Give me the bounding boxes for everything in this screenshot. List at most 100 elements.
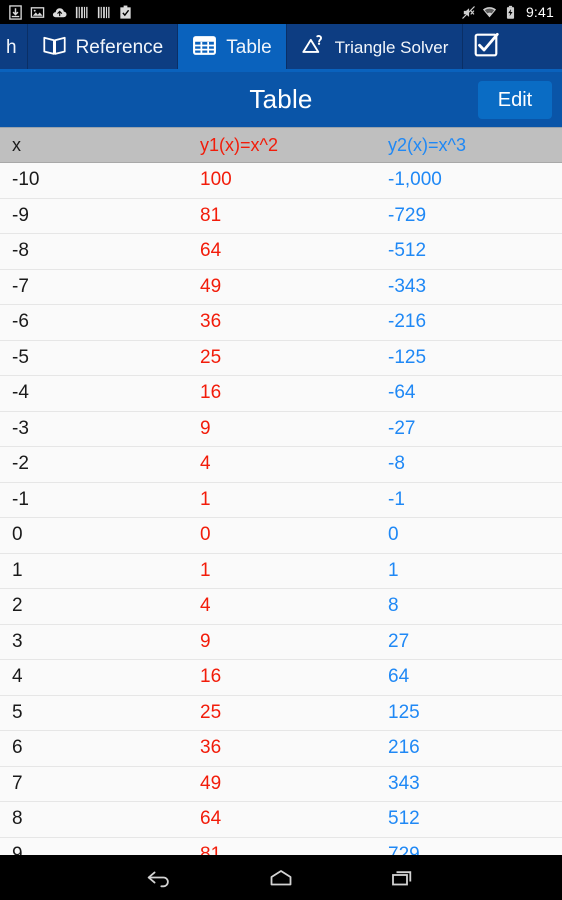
checkbox-checked-icon bbox=[473, 32, 500, 64]
cell-y1: 81 bbox=[200, 204, 222, 226]
cell-y1: 49 bbox=[200, 275, 222, 297]
cell-y2: -8 bbox=[388, 453, 405, 475]
table-row[interactable]: 5 25 125 bbox=[0, 695, 562, 731]
cell-x: 4 bbox=[12, 666, 23, 688]
cell-y1: 16 bbox=[200, 666, 222, 688]
table-container[interactable]: x y1(x)=x^2 y2(x)=x^3 -10 100 -1,000 -9 81 -7… bbox=[0, 128, 562, 855]
table-row[interactable]: 0 0 0 bbox=[0, 518, 562, 554]
table-row[interactable]: 9 81 729 bbox=[0, 837, 562, 855]
app-root: 9:41 h Reference Table Triangle Solver T… bbox=[0, 0, 562, 900]
table-row[interactable]: -4 16 -64 bbox=[0, 376, 562, 412]
cell-y1: 100 bbox=[200, 169, 232, 191]
cell-y1: 4 bbox=[200, 595, 211, 617]
cell-y1: 1 bbox=[200, 488, 211, 510]
status-bar-system-icons: 9:41 bbox=[461, 4, 554, 20]
cell-y2: -125 bbox=[388, 346, 427, 368]
table-row[interactable]: 1 1 1 bbox=[0, 553, 562, 589]
cell-y2: -216 bbox=[388, 311, 427, 333]
cell-x: -6 bbox=[12, 311, 29, 333]
cloud-upload-icon bbox=[52, 7, 67, 17]
cell-x: -1 bbox=[12, 488, 29, 510]
cell-x: 0 bbox=[12, 524, 23, 546]
column-header-x: x bbox=[12, 134, 21, 155]
cell-x: -5 bbox=[12, 346, 29, 368]
cell-x: -10 bbox=[12, 169, 40, 191]
cell-y1: 25 bbox=[200, 346, 222, 368]
cell-y1: 64 bbox=[200, 240, 222, 262]
table-row[interactable]: 4 16 64 bbox=[0, 660, 562, 696]
cell-y1: 36 bbox=[200, 737, 222, 759]
triangle-question-icon bbox=[301, 33, 326, 64]
cell-x: 1 bbox=[12, 559, 23, 581]
cell-x: 9 bbox=[12, 843, 23, 855]
android-navigation-bar bbox=[0, 855, 562, 900]
cell-y1: 9 bbox=[200, 417, 211, 439]
table-row[interactable]: -3 9 -27 bbox=[0, 411, 562, 447]
cell-y1: 64 bbox=[200, 808, 222, 830]
table-row[interactable]: -2 4 -8 bbox=[0, 447, 562, 483]
cell-x: -2 bbox=[12, 453, 29, 475]
table-row[interactable]: -1 1 -1 bbox=[0, 482, 562, 518]
table-body: -10 100 -1,000 -9 81 -729 -8 64 -512 -7 49 -343 -6 36… bbox=[0, 163, 562, 855]
table-row[interactable]: 6 36 216 bbox=[0, 731, 562, 767]
column-header-y1: y1(x)=x^2 bbox=[200, 134, 278, 155]
cell-y2: 0 bbox=[388, 524, 399, 546]
cell-y2: 729 bbox=[388, 843, 420, 855]
table-row[interactable]: -8 64 -512 bbox=[0, 234, 562, 270]
tab-bar: h Reference Table Triangle Solver bbox=[0, 24, 562, 72]
table-row[interactable]: 2 4 8 bbox=[0, 589, 562, 625]
cell-y2: 216 bbox=[388, 737, 420, 759]
cell-x: -7 bbox=[12, 275, 29, 297]
cell-y2: 343 bbox=[388, 772, 420, 794]
cell-x: 5 bbox=[12, 701, 23, 723]
table-row[interactable]: 7 49 343 bbox=[0, 766, 562, 802]
edit-button[interactable]: Edit bbox=[478, 81, 552, 119]
cell-y1: 4 bbox=[200, 453, 211, 475]
tab-triangle-solver[interactable]: Triangle Solver bbox=[287, 24, 464, 72]
cell-y2: 512 bbox=[388, 808, 420, 830]
status-bar-clock: 9:41 bbox=[525, 4, 554, 20]
tab-reference[interactable]: Reference bbox=[28, 24, 179, 72]
status-bar: 9:41 bbox=[0, 0, 562, 24]
cell-x: 3 bbox=[12, 630, 23, 652]
battery-charging-icon bbox=[506, 5, 514, 19]
tab-graph[interactable]: h bbox=[0, 24, 28, 72]
cell-y1: 49 bbox=[200, 772, 222, 794]
table-row[interactable]: -7 49 -343 bbox=[0, 269, 562, 305]
barcode-icon-2 bbox=[97, 6, 110, 18]
cell-y1: 81 bbox=[200, 843, 222, 855]
tab-table[interactable]: Table bbox=[178, 24, 287, 72]
tab-reference-label: Reference bbox=[75, 37, 164, 58]
cell-y2: -1,000 bbox=[388, 169, 442, 191]
table-row[interactable]: -5 25 -125 bbox=[0, 340, 562, 376]
status-bar-notification-icons bbox=[8, 4, 133, 20]
cell-y2: 8 bbox=[388, 595, 399, 617]
tab-checkbox[interactable] bbox=[463, 24, 512, 72]
tab-table-label: Table bbox=[226, 37, 272, 58]
cell-y2: 1 bbox=[388, 559, 399, 581]
recents-icon[interactable] bbox=[386, 863, 420, 893]
title-bar: Table Edit bbox=[0, 72, 562, 128]
clipboard-check-icon bbox=[120, 5, 131, 19]
table-grid-icon bbox=[192, 33, 217, 64]
back-icon[interactable] bbox=[142, 863, 176, 893]
table-row[interactable]: -10 100 -1,000 bbox=[0, 163, 562, 199]
table-row[interactable]: -9 81 -729 bbox=[0, 198, 562, 234]
cell-x: 6 bbox=[12, 737, 23, 759]
table-header-row: x y1(x)=x^2 y2(x)=x^3 bbox=[0, 128, 562, 163]
cell-x: -4 bbox=[12, 382, 29, 404]
page-title: Table bbox=[249, 84, 313, 114]
cell-y1: 16 bbox=[200, 382, 222, 404]
table-row[interactable]: 8 64 512 bbox=[0, 802, 562, 838]
cell-y2: -64 bbox=[388, 382, 416, 404]
download-icon bbox=[9, 4, 22, 20]
home-icon[interactable] bbox=[264, 863, 298, 893]
cell-x: -8 bbox=[12, 240, 29, 262]
cell-x: -3 bbox=[12, 417, 29, 439]
table-row[interactable]: 3 9 27 bbox=[0, 624, 562, 660]
barcode-icon bbox=[75, 6, 88, 18]
cell-y2: -1 bbox=[388, 488, 405, 510]
table-row[interactable]: -6 36 -216 bbox=[0, 305, 562, 341]
cell-y1: 36 bbox=[200, 311, 222, 333]
cell-y1: 1 bbox=[200, 559, 211, 581]
